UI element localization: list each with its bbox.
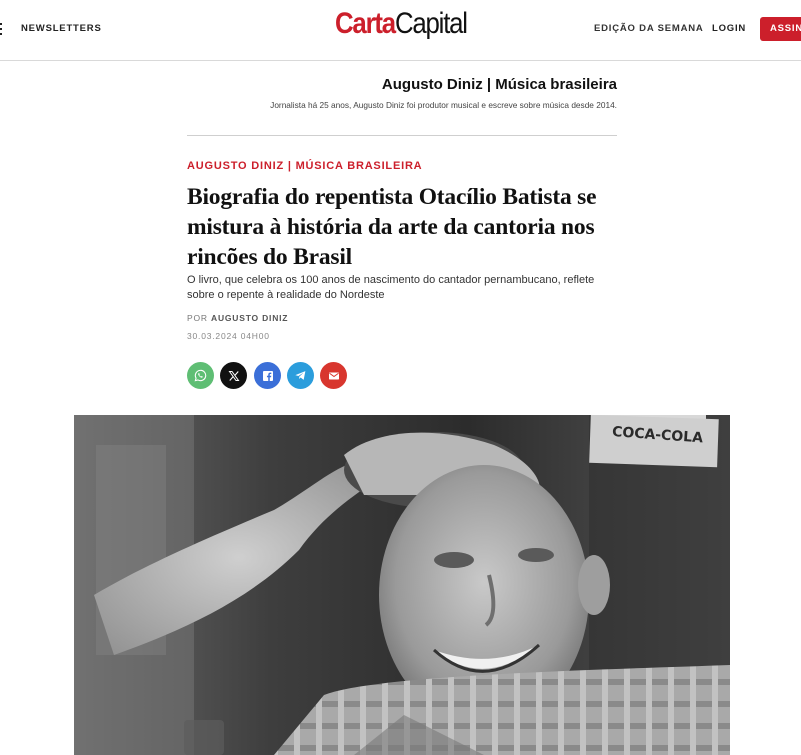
author-box: Augusto Diniz | Música brasileira Jornal… (187, 76, 617, 110)
login-link[interactable]: LOGIN (712, 23, 746, 34)
portrait-photo: COCA-COLA (74, 415, 730, 755)
edicao-da-semana-link[interactable]: EDIÇÃO DA SEMANA (594, 23, 704, 34)
author-box-bio: Jornalista há 25 anos, Augusto Diniz foi… (270, 100, 617, 110)
site-logo[interactable]: CartaCapital (335, 7, 468, 40)
byline-author-link[interactable]: AUGUSTO DINIZ (211, 313, 288, 323)
article-byline: POR AUGUSTO DINIZ (187, 313, 288, 323)
logo-carta: Carta (335, 7, 396, 40)
menu-icon[interactable] (0, 23, 2, 35)
assine-button[interactable]: ASSINE (760, 17, 801, 41)
share-whatsapp-button[interactable] (187, 362, 214, 389)
facebook-icon (262, 370, 273, 381)
logo-capital: Capital (394, 7, 468, 40)
telegram-icon (295, 371, 306, 380)
share-email-button[interactable] (320, 362, 347, 389)
article-headline: Biografia do repentista Otacílio Batista… (187, 184, 597, 270)
share-x-button[interactable] (220, 362, 247, 389)
article-kicker[interactable]: AUGUSTO DINIZ | MÚSICA BRASILEIRA (187, 160, 422, 172)
article-hero-photo: COCA-COLA (74, 415, 730, 755)
article-subtitle: O livro, que celebra os 100 anos de nasc… (187, 274, 595, 301)
email-icon (328, 372, 339, 379)
byline-prefix: POR (187, 313, 208, 323)
share-telegram-button[interactable] (287, 362, 314, 389)
x-icon (228, 370, 239, 381)
whatsapp-icon (194, 369, 207, 382)
newsletters-link[interactable]: NEWSLETTERS (21, 23, 102, 34)
share-facebook-button[interactable] (254, 362, 281, 389)
divider (187, 135, 617, 136)
article-date: 30.03.2024 04H00 (187, 331, 270, 341)
site-header: NEWSLETTERS CartaCapital EDIÇÃO DA SEMAN… (0, 0, 801, 61)
author-box-name[interactable]: Augusto Diniz | Música brasileira (187, 76, 617, 93)
